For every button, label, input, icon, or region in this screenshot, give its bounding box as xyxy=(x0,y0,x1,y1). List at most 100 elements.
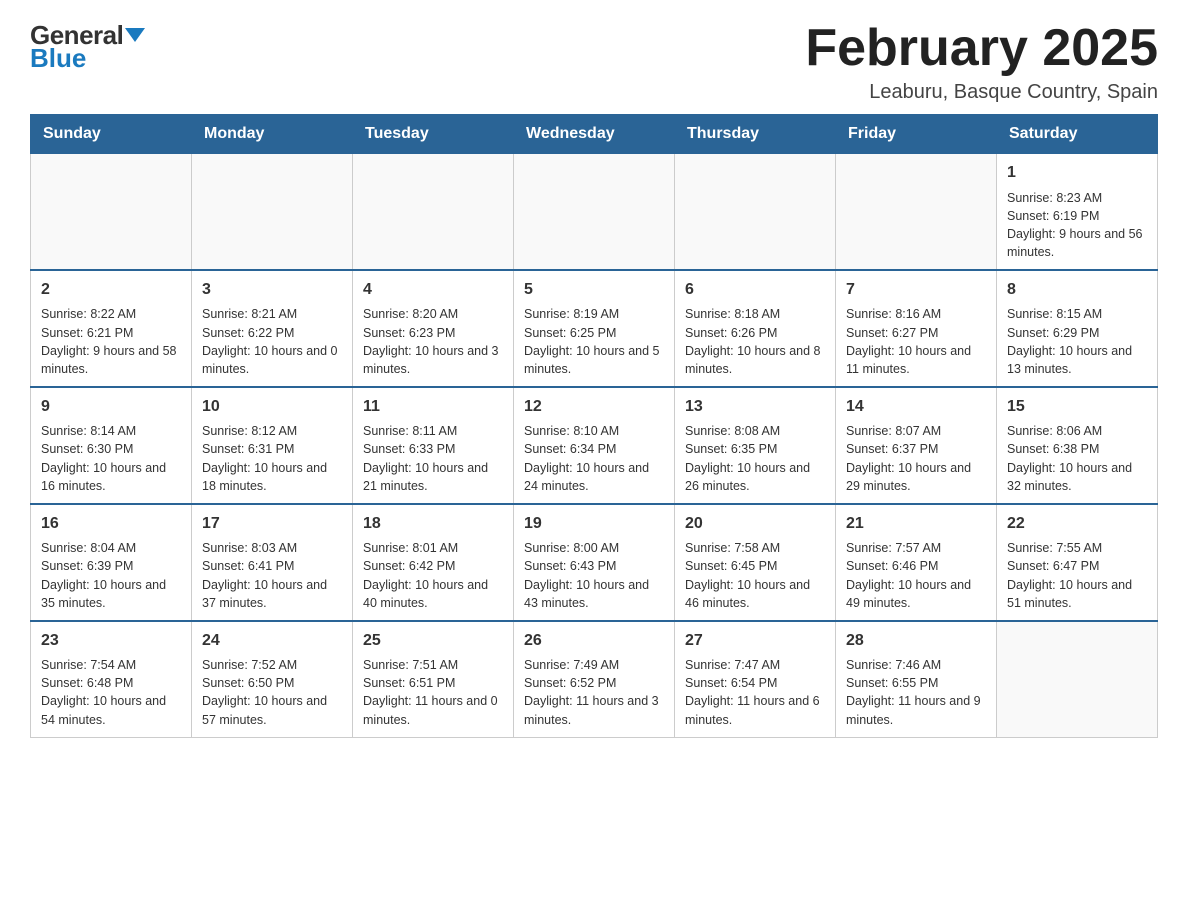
day-info: Sunrise: 7:51 AMSunset: 6:51 PMDaylight:… xyxy=(363,656,503,729)
calendar-header-row: Sunday Monday Tuesday Wednesday Thursday… xyxy=(31,115,1158,154)
logo-blue: Blue xyxy=(30,43,86,74)
header-tuesday: Tuesday xyxy=(353,115,514,154)
day-number: 19 xyxy=(524,513,664,535)
day-info: Sunrise: 8:20 AMSunset: 6:23 PMDaylight:… xyxy=(363,305,503,378)
day-info: Sunrise: 8:15 AMSunset: 6:29 PMDaylight:… xyxy=(1007,305,1147,378)
calendar-day-cell: 15 Sunrise: 8:06 AMSunset: 6:38 PMDayligh… xyxy=(997,387,1158,504)
day-info: Sunrise: 7:55 AMSunset: 6:47 PMDaylight:… xyxy=(1007,539,1147,612)
calendar-day-cell xyxy=(836,154,997,270)
day-number: 15 xyxy=(1007,396,1147,418)
day-info: Sunrise: 8:11 AMSunset: 6:33 PMDaylight:… xyxy=(363,422,503,495)
day-number: 22 xyxy=(1007,513,1147,535)
day-info: Sunrise: 7:49 AMSunset: 6:52 PMDaylight:… xyxy=(524,656,664,729)
day-info: Sunrise: 8:01 AMSunset: 6:42 PMDaylight:… xyxy=(363,539,503,612)
day-number: 5 xyxy=(524,279,664,301)
day-number: 17 xyxy=(202,513,342,535)
calendar-day-cell xyxy=(514,154,675,270)
day-number: 27 xyxy=(685,630,825,652)
day-number: 2 xyxy=(41,279,181,301)
day-number: 9 xyxy=(41,396,181,418)
day-info: Sunrise: 8:03 AMSunset: 6:41 PMDaylight:… xyxy=(202,539,342,612)
day-number: 25 xyxy=(363,630,503,652)
day-info: Sunrise: 8:07 AMSunset: 6:37 PMDaylight:… xyxy=(846,422,986,495)
calendar-week-row: 16Sunrise: 8:04 AMSunset: 6:39 PMDayligh… xyxy=(31,504,1158,621)
day-info: Sunrise: 8:10 AMSunset: 6:34 PMDaylight:… xyxy=(524,422,664,495)
logo: General Blue xyxy=(30,20,145,74)
day-number: 10 xyxy=(202,396,342,418)
calendar-day-cell: 27 Sunrise: 7:47 AMSunset: 6:54 PMDayligh… xyxy=(675,621,836,737)
day-info: Sunrise: 7:46 AMSunset: 6:55 PMDaylight:… xyxy=(846,656,986,729)
calendar-day-cell: 6 Sunrise: 8:18 AMSunset: 6:26 PMDaylight… xyxy=(675,270,836,387)
day-number: 28 xyxy=(846,630,986,652)
calendar-day-cell: 1Sunrise: 8:23 AMSunset: 6:19 PMDaylight… xyxy=(997,154,1158,270)
header-saturday: Saturday xyxy=(997,115,1158,154)
calendar-day-cell xyxy=(31,154,192,270)
day-info: Sunrise: 8:08 AMSunset: 6:35 PMDaylight:… xyxy=(685,422,825,495)
day-info: Sunrise: 8:19 AMSunset: 6:25 PMDaylight:… xyxy=(524,305,664,378)
calendar-day-cell: 7Sunrise: 8:16 AMSunset: 6:27 PMDaylight… xyxy=(836,270,997,387)
header-thursday: Thursday xyxy=(675,115,836,154)
calendar-day-cell: 14 Sunrise: 8:07 AMSunset: 6:37 PMDayligh… xyxy=(836,387,997,504)
calendar-week-row: 9Sunrise: 8:14 AMSunset: 6:30 PMDaylight… xyxy=(31,387,1158,504)
calendar-day-cell: 11 Sunrise: 8:11 AMSunset: 6:33 PMDayligh… xyxy=(353,387,514,504)
calendar-day-cell: 13 Sunrise: 8:08 AMSunset: 6:35 PMDayligh… xyxy=(675,387,836,504)
day-info: Sunrise: 8:00 AMSunset: 6:43 PMDaylight:… xyxy=(524,539,664,612)
calendar-day-cell: 4 Sunrise: 8:20 AMSunset: 6:23 PMDaylight… xyxy=(353,270,514,387)
calendar-day-cell xyxy=(192,154,353,270)
day-number: 4 xyxy=(363,279,503,301)
location: Leaburu, Basque Country, Spain xyxy=(805,81,1158,104)
day-info: Sunrise: 7:47 AMSunset: 6:54 PMDaylight:… xyxy=(685,656,825,729)
day-info: Sunrise: 7:54 AMSunset: 6:48 PMDaylight:… xyxy=(41,656,181,729)
day-number: 11 xyxy=(363,396,503,418)
calendar-day-cell xyxy=(675,154,836,270)
day-info: Sunrise: 8:21 AMSunset: 6:22 PMDaylight:… xyxy=(202,305,342,378)
calendar-day-cell: 5 Sunrise: 8:19 AMSunset: 6:25 PMDaylight… xyxy=(514,270,675,387)
calendar-day-cell: 9Sunrise: 8:14 AMSunset: 6:30 PMDaylight… xyxy=(31,387,192,504)
header-sunday: Sunday xyxy=(31,115,192,154)
month-title: February 2025 xyxy=(805,20,1158,77)
calendar-day-cell: 3 Sunrise: 8:21 AMSunset: 6:22 PMDaylight… xyxy=(192,270,353,387)
header-wednesday: Wednesday xyxy=(514,115,675,154)
calendar-day-cell xyxy=(997,621,1158,737)
page-header: General Blue February 2025 Leaburu, Basq… xyxy=(30,20,1158,104)
day-number: 18 xyxy=(363,513,503,535)
calendar-day-cell: 18 Sunrise: 8:01 AMSunset: 6:42 PMDayligh… xyxy=(353,504,514,621)
day-number: 3 xyxy=(202,279,342,301)
calendar-day-cell: 2 Sunrise: 8:22 AMSunset: 6:21 PMDaylight… xyxy=(31,270,192,387)
calendar-day-cell: 26 Sunrise: 7:49 AMSunset: 6:52 PMDayligh… xyxy=(514,621,675,737)
day-number: 26 xyxy=(524,630,664,652)
day-info: Sunrise: 8:06 AMSunset: 6:38 PMDaylight:… xyxy=(1007,422,1147,495)
day-info: Sunrise: 7:52 AMSunset: 6:50 PMDaylight:… xyxy=(202,656,342,729)
day-info: Sunrise: 8:12 AMSunset: 6:31 PMDaylight:… xyxy=(202,422,342,495)
day-number: 8 xyxy=(1007,279,1147,301)
calendar-day-cell: 19 Sunrise: 8:00 AMSunset: 6:43 PMDayligh… xyxy=(514,504,675,621)
calendar-day-cell: 16Sunrise: 8:04 AMSunset: 6:39 PMDayligh… xyxy=(31,504,192,621)
calendar-day-cell: 28 Sunrise: 7:46 AMSunset: 6:55 PMDayligh… xyxy=(836,621,997,737)
calendar-table: Sunday Monday Tuesday Wednesday Thursday… xyxy=(30,114,1158,737)
title-section: February 2025 Leaburu, Basque Country, S… xyxy=(805,20,1158,104)
calendar-day-cell: 20Sunrise: 7:58 AMSunset: 6:45 PMDayligh… xyxy=(675,504,836,621)
day-number: 21 xyxy=(846,513,986,535)
calendar-day-cell: 8 Sunrise: 8:15 AMSunset: 6:29 PMDaylight… xyxy=(997,270,1158,387)
day-info: Sunrise: 8:22 AMSunset: 6:21 PMDaylight:… xyxy=(41,305,181,378)
calendar-day-cell: 12 Sunrise: 8:10 AMSunset: 6:34 PMDayligh… xyxy=(514,387,675,504)
day-number: 1 xyxy=(1007,162,1147,184)
day-info: Sunrise: 7:57 AMSunset: 6:46 PMDaylight:… xyxy=(846,539,986,612)
day-number: 12 xyxy=(524,396,664,418)
calendar-day-cell: 10 Sunrise: 8:12 AMSunset: 6:31 PMDayligh… xyxy=(192,387,353,504)
day-number: 23 xyxy=(41,630,181,652)
header-friday: Friday xyxy=(836,115,997,154)
day-number: 7 xyxy=(846,279,986,301)
calendar-day-cell: 23 Sunrise: 7:54 AMSunset: 6:48 PMDayligh… xyxy=(31,621,192,737)
calendar-day-cell: 24Sunrise: 7:52 AMSunset: 6:50 PMDayligh… xyxy=(192,621,353,737)
day-info: Sunrise: 8:18 AMSunset: 6:26 PMDaylight:… xyxy=(685,305,825,378)
calendar-week-row: 1Sunrise: 8:23 AMSunset: 6:19 PMDaylight… xyxy=(31,154,1158,270)
calendar-day-cell: 22 Sunrise: 7:55 AMSunset: 6:47 PMDayligh… xyxy=(997,504,1158,621)
logo-triangle-icon xyxy=(125,28,145,42)
day-number: 6 xyxy=(685,279,825,301)
calendar-week-row: 23 Sunrise: 7:54 AMSunset: 6:48 PMDayligh… xyxy=(31,621,1158,737)
day-number: 13 xyxy=(685,396,825,418)
day-number: 20 xyxy=(685,513,825,535)
day-number: 14 xyxy=(846,396,986,418)
calendar-day-cell: 21 Sunrise: 7:57 AMSunset: 6:46 PMDayligh… xyxy=(836,504,997,621)
